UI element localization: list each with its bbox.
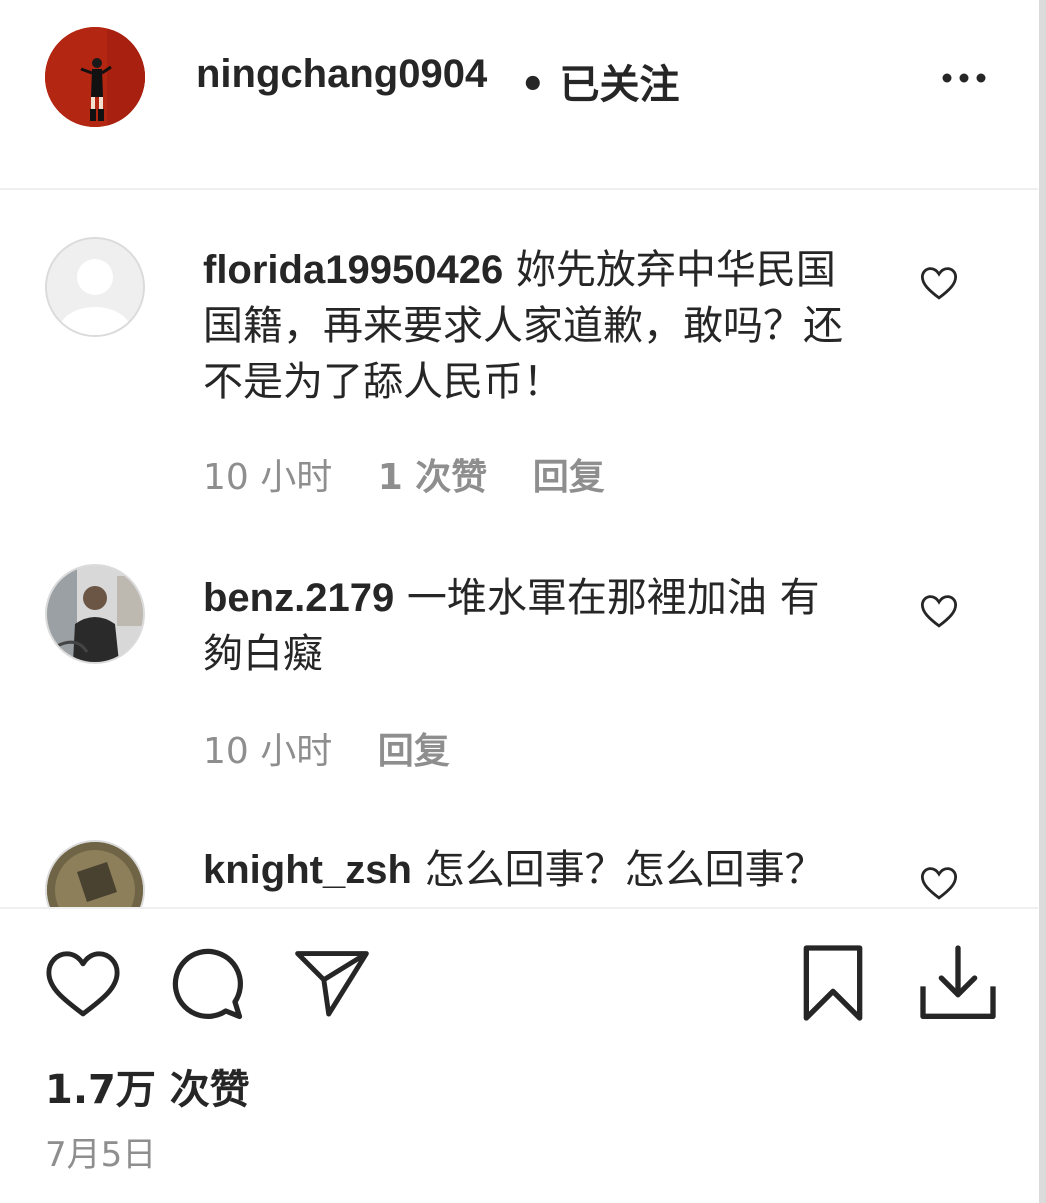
- user-photo-image: [47, 566, 143, 662]
- heart-icon: [920, 595, 958, 628]
- like-button[interactable]: [44, 947, 122, 1023]
- comment-username[interactable]: florida19950426: [203, 248, 503, 292]
- download-icon: [920, 945, 996, 1019]
- comment-time: 10 小时: [203, 457, 333, 498]
- profile-avatar[interactable]: [45, 27, 145, 127]
- comment-body: benz.2179 一堆水軍在那裡加油 有夠白癡: [203, 570, 853, 682]
- comment-avatar[interactable]: [45, 237, 145, 337]
- heart-icon: [920, 267, 958, 300]
- heart-icon: [46, 951, 120, 1017]
- send-paper-plane-icon: [295, 951, 369, 1017]
- avatar-figure-image: [45, 27, 145, 127]
- comment-username[interactable]: benz.2179: [203, 576, 394, 620]
- comment-like-button[interactable]: [918, 262, 960, 304]
- bookmark-icon: [803, 945, 863, 1021]
- comment-avatar[interactable]: [45, 564, 145, 664]
- post-actions: 1.7万 次赞 7月5日: [0, 909, 1038, 1203]
- post-date: 7月5日: [45, 1135, 157, 1175]
- comment-body: knight_zsh 怎么回事？怎么回事？: [203, 842, 853, 898]
- post-header: ningchang0904 • 已关注: [0, 0, 1038, 190]
- comment-time: 10 小时: [203, 731, 333, 772]
- more-options-button[interactable]: [940, 62, 990, 92]
- post-author-username[interactable]: ningchang0904: [196, 52, 487, 97]
- post-likes-count[interactable]: 1.7万 次赞: [45, 1057, 250, 1115]
- comment-button[interactable]: [168, 945, 246, 1027]
- reply-button[interactable]: 回复: [533, 457, 605, 498]
- reply-button[interactable]: 回复: [378, 731, 450, 772]
- user-photo-image: [47, 842, 143, 907]
- save-button[interactable]: [798, 943, 868, 1027]
- comment-like-button[interactable]: [918, 590, 960, 632]
- comment-bubble-icon: [172, 948, 243, 1020]
- window-edge: [1039, 0, 1046, 1203]
- comment-meta: 10 小时 回复: [203, 722, 484, 774]
- comment-avatar[interactable]: [45, 840, 145, 907]
- download-button[interactable]: [918, 943, 998, 1027]
- comment-meta: 10 小时 1 次赞 回复: [203, 448, 639, 500]
- comment-username[interactable]: knight_zsh: [203, 848, 412, 892]
- share-button[interactable]: [292, 947, 372, 1023]
- comment-like-button[interactable]: [918, 862, 960, 904]
- comments-list: florida19950426 妳先放弃中华民国国籍，再来要求人家道歉，敢吗？还…: [0, 190, 1038, 907]
- comment-body: florida19950426 妳先放弃中华民国国籍，再来要求人家道歉，敢吗？还…: [203, 242, 853, 410]
- follow-status[interactable]: • 已关注: [520, 52, 680, 110]
- comment-likes[interactable]: 1 次赞: [378, 457, 488, 498]
- comment-text: 怎么回事？怎么回事？: [411, 847, 825, 893]
- default-avatar-icon: [47, 239, 143, 335]
- heart-icon: [920, 867, 958, 900]
- more-horizontal-icon: [942, 73, 986, 83]
